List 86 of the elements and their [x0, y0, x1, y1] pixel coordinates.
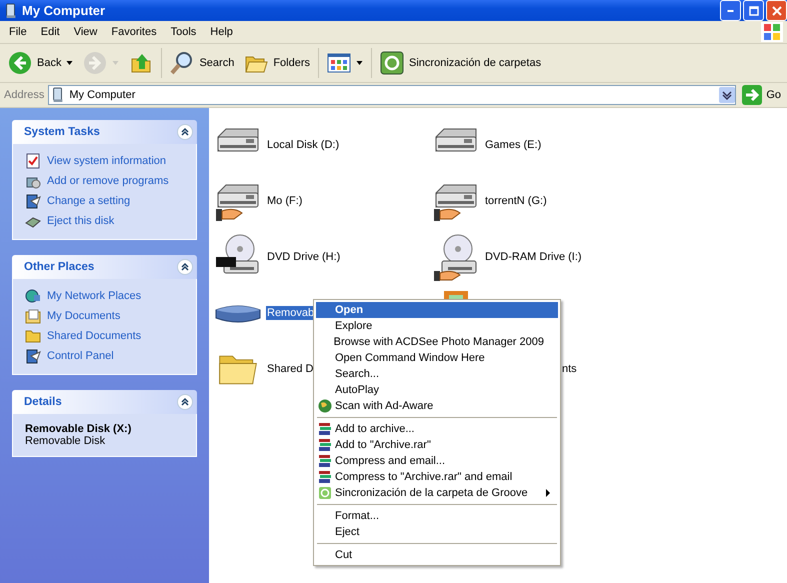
context-menu-item[interactable]: Format...: [316, 508, 558, 524]
minimize-icon: [727, 10, 734, 12]
documents-folder-icon: [25, 308, 41, 324]
maximize-button[interactable]: [743, 0, 764, 21]
drive-label[interactable]: Local Disk (D:): [266, 138, 340, 152]
context-menu-item[interactable]: Sincronización de la carpeta de Groove: [316, 485, 558, 501]
archive-books-icon: [318, 438, 332, 452]
menu-item[interactable]: Help: [203, 26, 240, 38]
drive-label[interactable]: nts: [561, 362, 578, 376]
menu-item[interactable]: Edit: [34, 26, 67, 38]
context-menu-item[interactable]: Browse with ACDSee Photo Manager 2009: [316, 334, 558, 350]
drive-label[interactable]: Removab: [266, 306, 316, 320]
panel-title: System Tasks: [24, 126, 100, 138]
control-panel-icon: [25, 193, 41, 209]
context-menu-item[interactable]: Eject: [316, 524, 558, 540]
detail-name: Removable Disk (X:): [25, 423, 132, 435]
collapse-icon[interactable]: [177, 124, 193, 140]
task-link[interactable]: Shared Documents: [47, 330, 142, 342]
context-menu-item[interactable]: Add to "Archive.rar": [316, 437, 558, 453]
minimize-button[interactable]: [720, 0, 741, 21]
archive-books-icon: [318, 454, 332, 468]
drive-label[interactable]: torrentN (G:): [484, 194, 548, 208]
control-panel-icon: [25, 348, 41, 364]
context-menu-item[interactable]: Cut: [316, 547, 558, 563]
sync-icon: [380, 51, 404, 75]
context-menu-item[interactable]: Open Command Window Here: [316, 350, 558, 366]
back-button[interactable]: Back: [4, 49, 78, 77]
drive-label[interactable]: Shared D: [266, 362, 314, 376]
maximize-icon: [748, 6, 758, 16]
views-icon: [327, 51, 352, 75]
computer-icon: [4, 2, 18, 18]
task-link[interactable]: Add or remove programs: [47, 175, 169, 187]
context-menu-item[interactable]: Add to archive...: [316, 421, 558, 437]
menu-item[interactable]: View: [66, 26, 104, 38]
task-link[interactable]: My Documents: [47, 310, 120, 322]
menu-item[interactable]: File: [2, 26, 34, 38]
folder-sync-button[interactable]: Sincronización de carpetas: [376, 49, 546, 77]
computer-icon: [51, 87, 66, 103]
drive-label[interactable]: Games (E:): [484, 138, 542, 152]
dropdown-caret-icon: [356, 61, 364, 65]
globe-icon: [318, 399, 332, 413]
context-menu-item[interactable]: Scan with Ad-Aware: [316, 398, 558, 414]
dropdown-caret-icon: [66, 61, 74, 65]
dropdown-icon[interactable]: [719, 87, 736, 103]
windows-flag-icon: [761, 22, 783, 42]
panel-title: Other Places: [24, 261, 94, 273]
search-icon: [170, 51, 194, 75]
context-menu-item[interactable]: AutoPlay: [316, 382, 558, 398]
window-title: My Computer: [22, 3, 106, 18]
task-link[interactable]: Change a setting: [47, 195, 130, 207]
panel-header[interactable]: Details: [12, 390, 197, 414]
drive-label[interactable]: DVD-RAM Drive (I:): [484, 250, 583, 264]
context-menu-item[interactable]: Search...: [316, 366, 558, 382]
panel-title: Details: [24, 396, 62, 408]
context-menu-item[interactable]: Compress to "Archive.rar" and email: [316, 469, 558, 485]
panel-header[interactable]: System Tasks: [12, 120, 197, 144]
panel-header[interactable]: Other Places: [12, 255, 197, 279]
collapse-icon[interactable]: [177, 394, 193, 410]
menu-item[interactable]: Favorites: [104, 26, 164, 38]
folder-icon: [25, 328, 41, 344]
task-link[interactable]: Eject this disk: [47, 215, 114, 227]
address-field[interactable]: My Computer: [48, 85, 736, 105]
archive-books-icon: [318, 470, 332, 484]
close-icon: [772, 6, 782, 16]
menu-item[interactable]: Tools: [164, 26, 204, 38]
folders-button[interactable]: Folders: [240, 49, 314, 77]
context-menu-item[interactable]: Compress and email...: [316, 453, 558, 469]
context-menu-item[interactable]: Explore: [316, 318, 558, 334]
task-link[interactable]: View system information: [47, 155, 166, 167]
submenu-arrow-icon: [546, 489, 550, 497]
detail-type: Removable Disk: [25, 435, 106, 447]
globe-computer-icon: [25, 288, 41, 304]
context-menu-item[interactable]: Open: [316, 302, 558, 318]
dropdown-caret-icon: [112, 61, 120, 65]
search-button[interactable]: Search: [166, 49, 238, 77]
task-link[interactable]: My Network Places: [47, 290, 142, 302]
collapse-icon[interactable]: [177, 259, 193, 275]
sync-icon: [318, 486, 332, 500]
archive-books-icon: [318, 422, 332, 436]
drive-label[interactable]: Mo (F:): [266, 194, 304, 208]
close-button[interactable]: [766, 0, 787, 21]
checklist-icon: [25, 153, 41, 169]
go-button[interactable]: Go: [740, 85, 783, 105]
task-link[interactable]: Control Panel: [47, 350, 114, 362]
address-label: Address: [4, 89, 44, 101]
drive-label[interactable]: DVD Drive (H:): [266, 250, 342, 264]
